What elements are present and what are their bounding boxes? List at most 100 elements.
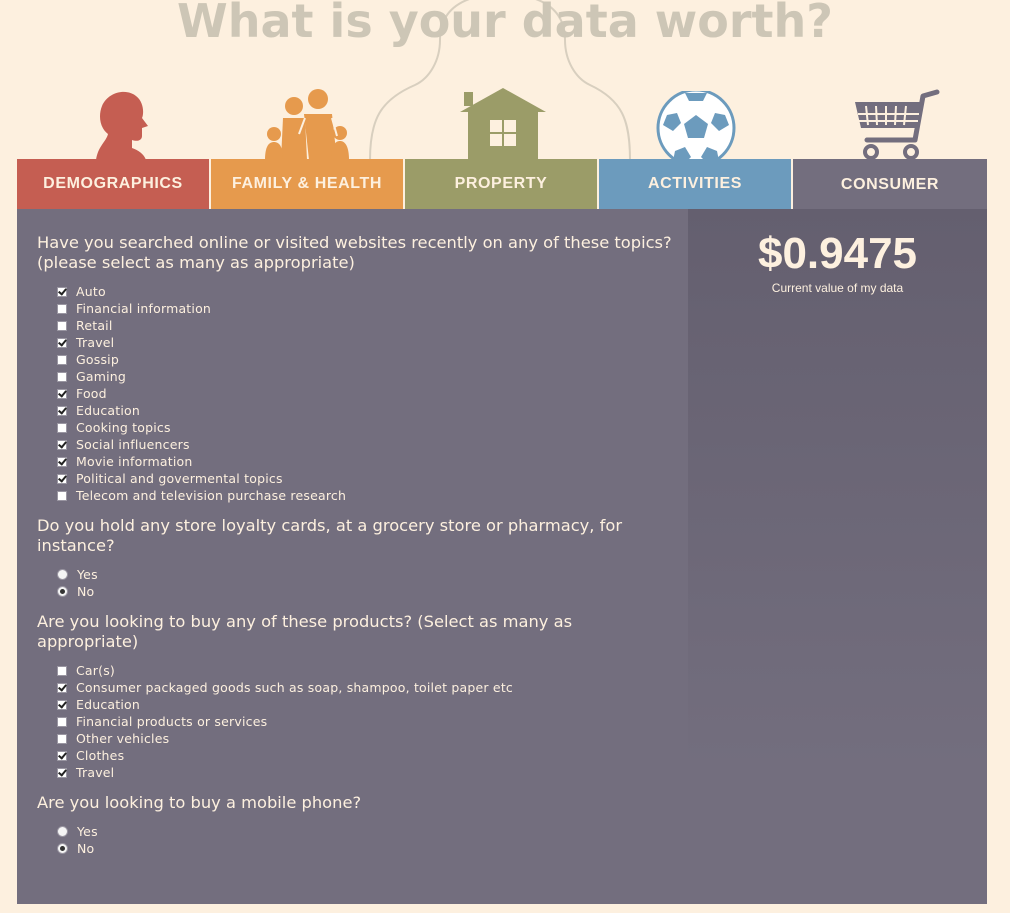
option-list: Auto Financial information Retail Travel Gos… [57, 283, 677, 504]
tab-label: DEMOGRAPHICS [43, 175, 183, 192]
option-label: Travel [76, 335, 115, 350]
data-value-label: Current value of my data [771, 281, 904, 295]
checkbox-option[interactable]: Social influencers [57, 436, 677, 453]
checkbox[interactable] [57, 371, 67, 382]
radio-button[interactable] [57, 569, 68, 580]
checkbox[interactable] [57, 456, 67, 467]
checkbox-option[interactable]: Gaming [57, 368, 677, 385]
option-label: No [77, 584, 95, 599]
checkbox-option[interactable]: Education [57, 696, 677, 713]
checkbox[interactable] [57, 422, 67, 433]
checkbox[interactable] [57, 490, 67, 501]
tab-demographics[interactable]: DEMOGRAPHICS [17, 159, 211, 209]
question-text: Are you looking to buy any of these prod… [37, 612, 573, 651]
question-text: Do you hold any store loyalty cards, at … [37, 516, 623, 555]
radio-button[interactable] [57, 826, 68, 837]
checkbox-option[interactable]: Financial information [57, 300, 677, 317]
radio-option[interactable]: Yes [57, 823, 677, 840]
checkbox-option[interactable]: Gossip [57, 351, 677, 368]
checkbox-option[interactable]: Other vehicles [57, 730, 677, 747]
radio-button[interactable] [57, 843, 68, 854]
checkbox[interactable] [57, 473, 67, 484]
tab-label: ACTIVITIES [647, 175, 742, 192]
person-head-icon [96, 91, 148, 160]
data-value: $0.9475 [757, 229, 918, 278]
option-list: Yes No [57, 823, 677, 857]
value-sidebar: $0.9475 Current value of my data [688, 209, 987, 769]
option-label: Other vehicles [76, 731, 170, 746]
checkbox[interactable] [57, 699, 67, 710]
checkbox-option[interactable]: Travel [57, 764, 677, 781]
checkbox-option[interactable]: Auto [57, 283, 677, 300]
checkbox-option[interactable]: Travel [57, 334, 677, 351]
option-label: Education [76, 697, 141, 712]
radio-option[interactable]: Yes [57, 566, 677, 583]
option-label: Telecom and television purchase research [76, 488, 347, 503]
checkbox-option[interactable]: Financial products or services [57, 713, 677, 730]
option-list: Yes No [57, 566, 677, 600]
checkbox-option[interactable]: Retail [57, 317, 677, 334]
checkbox-option[interactable]: Movie information [57, 453, 677, 470]
option-label: Political and govermental topics [76, 471, 283, 486]
option-label: Yes [77, 567, 98, 582]
checkbox[interactable] [57, 716, 67, 727]
option-list: Car(s) Consumer packaged goods such as so… [57, 662, 677, 781]
checkbox[interactable] [57, 405, 67, 416]
checkbox-option[interactable]: Cooking topics [57, 419, 677, 436]
question-text: Have you searched online or visited webs… [37, 233, 672, 272]
radio-button[interactable] [57, 586, 68, 597]
tab-label: PROPERTY [454, 175, 548, 192]
page-title: What is your data worth? [177, 0, 833, 48]
tab-property[interactable]: PROPERTY [405, 159, 599, 209]
checkbox[interactable] [57, 286, 67, 297]
tab-label: CONSUMER [840, 175, 940, 193]
checkbox-option[interactable]: Car(s) [57, 662, 677, 679]
option-label: Education [76, 403, 141, 418]
checkbox[interactable] [57, 750, 67, 761]
checkbox[interactable] [57, 733, 67, 744]
option-label: Cooking topics [76, 420, 171, 435]
checkbox-option[interactable]: Political and govermental topics [57, 470, 677, 487]
option-label: Financial products or services [76, 714, 268, 729]
checkbox-option[interactable]: Food [57, 385, 677, 402]
option-label: Social influencers [76, 437, 190, 452]
category-tabs: DEMOGRAPHICS FAMILY & HEALTH PROPERTY AC… [17, 159, 987, 210]
tab-consumer[interactable]: CONSUMER [793, 159, 987, 210]
option-label: Gossip [76, 352, 119, 367]
option-label: Yes [77, 824, 98, 839]
option-label: Gaming [76, 369, 127, 384]
radio-option[interactable]: No [57, 840, 677, 857]
house-icon [460, 88, 546, 160]
checkbox[interactable] [57, 354, 67, 365]
option-label: Travel [76, 765, 115, 780]
checkbox[interactable] [57, 682, 67, 693]
option-label: Retail [76, 318, 113, 333]
tab-activities[interactable]: ACTIVITIES [599, 159, 793, 209]
checkbox-option[interactable]: Clothes [57, 747, 677, 764]
checkbox[interactable] [57, 337, 67, 348]
checkbox-option[interactable]: Education [57, 402, 677, 419]
option-label: Food [76, 386, 107, 401]
shopping-cart-icon [855, 89, 940, 160]
option-label: Financial information [76, 301, 212, 316]
tab-family-health[interactable]: FAMILY & HEALTH [211, 159, 405, 209]
checkbox[interactable] [57, 388, 67, 399]
option-label: No [77, 841, 95, 856]
soccer-ball-icon [656, 91, 736, 163]
checkbox[interactable] [57, 320, 67, 331]
checkbox[interactable] [57, 303, 67, 314]
family-icon [265, 89, 349, 160]
option-label: Movie information [76, 454, 193, 469]
radio-option[interactable]: No [57, 583, 677, 600]
consumer-panel: Have you searched online or visited webs… [17, 209, 987, 904]
checkbox-option[interactable]: Consumer packaged goods such as soap, sh… [57, 679, 677, 696]
option-label: Consumer packaged goods such as soap, sh… [76, 680, 513, 695]
question-text: Are you looking to buy a mobile phone? [37, 793, 362, 812]
option-label: Car(s) [76, 663, 115, 678]
checkbox[interactable] [57, 665, 67, 676]
checkbox[interactable] [57, 767, 67, 778]
checkbox[interactable] [57, 439, 67, 450]
tab-label: FAMILY & HEALTH [231, 175, 383, 192]
checkbox-option[interactable]: Telecom and television purchase research [57, 487, 677, 504]
option-label: Clothes [76, 748, 125, 763]
